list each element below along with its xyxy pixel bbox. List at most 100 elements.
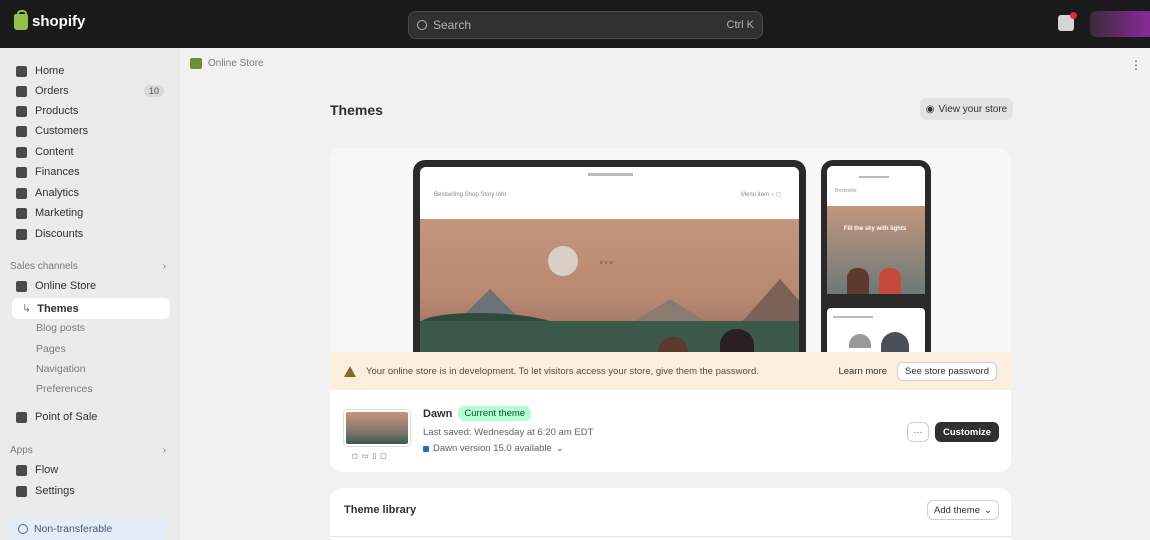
sidebar-item-content[interactable]: Content bbox=[10, 142, 170, 162]
sub-arrow-icon: ↳ bbox=[22, 303, 32, 315]
home-icon bbox=[16, 65, 27, 77]
current-theme-badge: Current theme bbox=[458, 406, 532, 421]
target-icon bbox=[16, 207, 27, 219]
sidebar-item-products[interactable]: Products bbox=[10, 101, 170, 121]
sidebar-item-label: Marketing bbox=[35, 207, 84, 219]
notification-bell-icon[interactable] bbox=[1058, 12, 1077, 31]
mobile-hero: Fill the sky with lights bbox=[827, 206, 925, 294]
sidebar-item-online-store[interactable]: Online Store bbox=[10, 276, 170, 296]
chevron-right-icon: › bbox=[162, 261, 166, 272]
breadcrumb[interactable]: Online Store bbox=[190, 58, 264, 69]
password-banner: Your online store is in development. To … bbox=[330, 352, 1011, 390]
theme-preview[interactable]: Bestselling Shop Story Info Menu item ○ … bbox=[330, 148, 1011, 352]
theme-name: Dawn bbox=[423, 407, 453, 420]
current-theme-row: ◻ ▭ ▯ ▢ Dawn Current theme Last saved: W… bbox=[330, 390, 1011, 472]
bank-icon bbox=[16, 166, 27, 178]
account-avatar[interactable] bbox=[1090, 11, 1150, 37]
update-icon bbox=[423, 445, 429, 452]
sidebar-item-label: Online Store bbox=[35, 280, 97, 292]
person-silhouette bbox=[720, 329, 754, 352]
version-text: Dawn version 15.0 available bbox=[433, 443, 552, 454]
chevron-down-icon: ⌄ bbox=[555, 443, 564, 454]
logo-text: shopify bbox=[32, 13, 86, 30]
add-theme-button[interactable]: Add theme ⌄ bbox=[927, 500, 999, 520]
theme-actions-button[interactable]: ··· bbox=[907, 422, 929, 442]
divider bbox=[330, 536, 1011, 537]
desktop-preview: Bestselling Shop Story Info Menu item ○ … bbox=[413, 160, 806, 352]
view-store-button[interactable]: ◉ View your store bbox=[920, 98, 1013, 120]
mobile-hero-text: Fill the sky with lights bbox=[843, 226, 907, 232]
shopping-bag-icon bbox=[14, 9, 28, 30]
current-theme-card: Bestselling Shop Story Info Menu item ○ … bbox=[330, 148, 1011, 472]
gear-icon bbox=[16, 485, 27, 497]
tag-icon bbox=[16, 105, 27, 117]
apps-header[interactable]: Apps › bbox=[10, 445, 170, 456]
theme-thumbnail[interactable] bbox=[344, 410, 410, 446]
add-theme-label: Add theme bbox=[934, 504, 980, 516]
version-notice[interactable]: Dawn version 15.0 available ⌄ bbox=[423, 443, 564, 454]
sidebar-item-label: Orders bbox=[35, 85, 69, 97]
preview-menu: Bestselling Shop Story Info bbox=[434, 192, 507, 198]
sidebar-item-settings[interactable]: Settings bbox=[10, 481, 170, 501]
sidebar-item-themes[interactable]: ↳ Themes bbox=[12, 298, 170, 319]
non-transferable-badge[interactable]: Non-transferable bbox=[8, 517, 166, 540]
birds-icon: ᵛ ᵛ ᵛ bbox=[600, 259, 613, 268]
sidebar-item-label: Customers bbox=[35, 125, 89, 137]
page-title: Themes bbox=[330, 102, 383, 118]
last-saved-text: Last saved: Wednesday at 6:20 am EDT bbox=[423, 427, 594, 438]
sidebar-item-label: Themes bbox=[37, 302, 79, 315]
sun-shape bbox=[548, 246, 578, 276]
non-transferable-label: Non-transferable bbox=[34, 522, 113, 535]
sidebar-item-navigation[interactable]: Navigation bbox=[36, 360, 86, 378]
sales-channels-header[interactable]: Sales channels › bbox=[10, 261, 170, 272]
eye-icon: ◉ bbox=[925, 103, 935, 115]
sidebar-item-customers[interactable]: Customers bbox=[10, 121, 170, 141]
sidebar-item-flow[interactable]: Flow bbox=[10, 460, 170, 480]
search-shortcut: Ctrl K bbox=[726, 19, 755, 31]
mobile-section-title bbox=[833, 316, 873, 318]
section-label: Apps bbox=[10, 445, 33, 456]
person-icon bbox=[16, 125, 27, 137]
theme-title: Dawn Current theme bbox=[423, 406, 532, 421]
customize-button[interactable]: Customize bbox=[935, 422, 999, 442]
warning-icon bbox=[344, 365, 356, 377]
sidebar-item-label: Products bbox=[35, 105, 79, 117]
orders-count-badge: 10 bbox=[143, 85, 164, 97]
learn-more-link[interactable]: Learn more bbox=[838, 366, 887, 377]
sidebar-item-finances[interactable]: Finances bbox=[10, 162, 170, 182]
sidebar-item-analytics[interactable]: Analytics bbox=[10, 183, 170, 203]
person-silhouette bbox=[879, 268, 901, 294]
store-icon bbox=[16, 280, 27, 292]
chevron-right-icon: › bbox=[162, 445, 166, 456]
theme-library-title: Theme library bbox=[344, 504, 417, 516]
pos-icon bbox=[16, 411, 27, 423]
preview-header-icons: Menu item ○ ◻ bbox=[741, 192, 781, 198]
sidebar-item-orders[interactable]: Orders 10 bbox=[10, 81, 170, 101]
sidebar-item-discounts[interactable]: Discounts bbox=[10, 224, 170, 244]
sidebar-item-point-of-sale[interactable]: Point of Sale bbox=[10, 407, 170, 427]
sidebar-item-pages[interactable]: Pages bbox=[36, 340, 66, 358]
desktop-screen: Bestselling Shop Story Info Menu item ○ … bbox=[420, 167, 799, 352]
device-preview-icons[interactable]: ◻ ▭ ▯ ▢ bbox=[352, 452, 388, 460]
sidebar-item-label: Home bbox=[35, 65, 65, 77]
mobile-screen: Bestseller Fill the sky with lights bbox=[827, 166, 925, 294]
search-placeholder: Search bbox=[433, 18, 472, 32]
mobile-menu: Bestseller bbox=[835, 188, 857, 194]
sidebar-item-label: Settings bbox=[35, 485, 75, 497]
inbox-icon bbox=[16, 85, 27, 97]
preview-hero-image: ᵛ ᵛ ᵛ bbox=[420, 219, 799, 352]
mobile-screen-section bbox=[827, 308, 925, 352]
sidebar-item-preferences[interactable]: Preferences bbox=[36, 380, 93, 398]
preview-site-header: Bestselling Shop Story Info Menu item ○ … bbox=[420, 167, 799, 219]
sidebar-item-marketing[interactable]: Marketing bbox=[10, 203, 170, 223]
sidebar-item-label: Analytics bbox=[35, 187, 80, 199]
shopify-logo[interactable]: shopify bbox=[14, 9, 86, 30]
sidebar-item-label: Discounts bbox=[35, 228, 84, 240]
sidebar-item-home[interactable]: Home bbox=[10, 61, 170, 81]
search-input[interactable]: Search Ctrl K bbox=[408, 11, 763, 39]
sidebar-item-blog-posts[interactable]: Blog posts bbox=[36, 319, 85, 337]
more-options-icon[interactable]: ⋮ bbox=[1130, 58, 1142, 72]
sidebar-item-label: Finances bbox=[35, 166, 80, 178]
see-password-button[interactable]: See store password bbox=[897, 361, 997, 381]
theme-library-card: Theme library Add theme ⌄ bbox=[330, 488, 1011, 540]
